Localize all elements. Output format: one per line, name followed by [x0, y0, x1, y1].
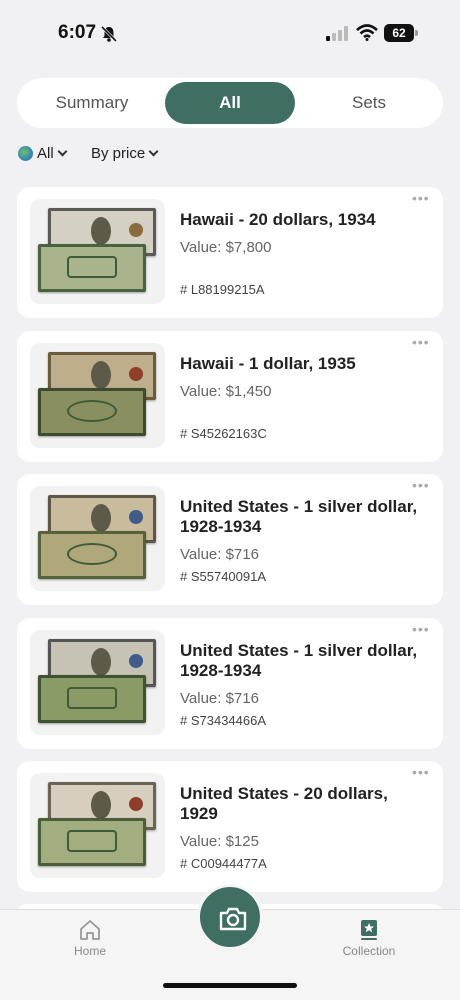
more-options-button[interactable]: ••• [412, 765, 429, 779]
chevron-down-icon [148, 146, 159, 157]
banknote-value: Value: $125 [180, 833, 259, 850]
banknote-thumbnail [30, 486, 165, 591]
banknote-title: Hawaii - 20 dollars, 1934 [180, 210, 376, 229]
banknote-value: Value: $7,800 [180, 239, 272, 256]
banknote-serial: # L88199215A [180, 282, 265, 297]
home-icon [80, 920, 100, 940]
banknote-thumbnail [30, 773, 165, 878]
banknote-serial: # S55740091A [180, 569, 267, 584]
banknote-card[interactable]: United States - 1 silver dollar, 1928-19… [17, 474, 443, 605]
banknote-card[interactable]: Hawaii - 1 dollar, 1935 Value: $1,450 # … [17, 331, 443, 462]
home-indicator [163, 983, 297, 988]
banknote-title: United States - 1 silver dollar, 1928-19… [180, 641, 418, 680]
more-options-button[interactable]: ••• [412, 191, 429, 205]
banknote-value: Value: $716 [180, 690, 259, 707]
status-time: 6:07 [58, 22, 97, 43]
banknote-title: United States - 20 dollars, 1929 [180, 784, 388, 823]
chevron-down-icon [57, 146, 68, 157]
banknote-serial: # C00944477A [180, 856, 267, 871]
wifi-icon [356, 24, 378, 41]
bell-off-icon [100, 25, 118, 43]
banknote-thumbnail [30, 630, 165, 735]
banknote-title: United States - 1 silver dollar, 1928-19… [180, 497, 418, 536]
more-options-button[interactable]: ••• [412, 622, 429, 636]
globe-icon [18, 146, 33, 161]
region-filter[interactable]: All [18, 145, 68, 162]
tab-sets[interactable]: Sets [299, 82, 439, 124]
banknote-serial: # S73434466A [180, 713, 267, 728]
nav-collection[interactable]: Collection [324, 918, 414, 968]
battery-icon: 62 [384, 24, 418, 42]
banknote-value: Value: $1,450 [180, 383, 272, 400]
battery-level: 62 [384, 24, 414, 42]
nav-home[interactable]: Home [45, 918, 135, 968]
banknote-thumbnail [30, 199, 165, 304]
region-filter-label: All [37, 145, 54, 162]
more-options-button[interactable]: ••• [412, 335, 429, 349]
banknote-value: Value: $716 [180, 546, 259, 563]
camera-button[interactable] [197, 884, 263, 950]
banknote-serial: # S45262163C [180, 426, 267, 441]
tab-summary[interactable]: Summary [21, 82, 163, 124]
more-options-button[interactable]: ••• [412, 478, 429, 492]
status-bar: 6:07 62 [0, 0, 460, 68]
sort-filter-label: By price [91, 145, 146, 162]
banknote-card[interactable]: United States - 20 dollars, 1929 Value: … [17, 761, 443, 892]
banknote-thumbnail [30, 343, 165, 448]
camera-icon [219, 907, 247, 931]
view-segmented-control: Summary All Sets [17, 78, 443, 128]
signal-icon [326, 26, 348, 41]
collection-icon [361, 920, 377, 940]
banknote-card[interactable]: United States - 1 silver dollar, 1928-19… [17, 618, 443, 749]
banknote-card[interactable]: Hawaii - 20 dollars, 1934 Value: $7,800 … [17, 187, 443, 318]
nav-home-label: Home [73, 944, 106, 958]
nav-collection-label: Collection [342, 944, 396, 958]
banknote-title: Hawaii - 1 dollar, 1935 [180, 354, 356, 373]
sort-filter[interactable]: By price [91, 145, 159, 162]
tab-all[interactable]: All [165, 82, 295, 124]
